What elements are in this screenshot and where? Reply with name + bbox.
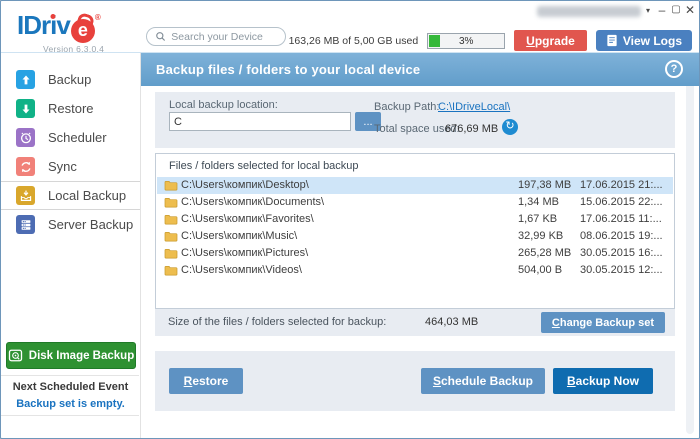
- account-caret-icon[interactable]: ▾: [641, 6, 655, 15]
- sidebar-divider: [1, 375, 139, 376]
- sidebar-item-server-backup[interactable]: Server Backup: [1, 210, 140, 239]
- folder-icon: [164, 179, 178, 191]
- file-date: 30.05.2015 12:...: [580, 264, 663, 276]
- refresh-icon[interactable]: ↻: [502, 119, 518, 135]
- help-icon[interactable]: ?: [665, 60, 683, 78]
- file-date: 08.06.2015 19:...: [580, 230, 663, 242]
- file-path: C:\Users\компик\Desktop\: [181, 179, 309, 191]
- storage-usage-bar: 3%: [427, 33, 505, 49]
- storage-usage-text: 163,26 MB of 5,00 GB used: [289, 35, 419, 47]
- table-row[interactable]: C:\Users\компик\Pictures\ 265,28 MB 30.0…: [157, 245, 673, 262]
- change-backup-set-button[interactable]: Change Backup set: [541, 312, 665, 333]
- file-path: C:\Users\компик\Music\: [181, 230, 297, 242]
- file-size: 1,34 MB: [518, 196, 559, 208]
- folder-icon: [164, 230, 178, 242]
- page-header: Backup files / folders to your local dev…: [141, 53, 699, 86]
- file-path: C:\Users\компик\Documents\: [181, 196, 324, 208]
- table-row[interactable]: C:\Users\компик\Videos\ 504,00 B 30.05.2…: [157, 262, 673, 279]
- idrive-logo: IDrive® Version 6.3.0.4: [17, 5, 104, 54]
- backup-now-button[interactable]: Backup Now: [553, 368, 653, 394]
- page-title: Backup files / folders to your local dev…: [156, 62, 420, 77]
- log-document-icon: [606, 34, 618, 47]
- files-table: Files / folders selected for local backu…: [155, 153, 675, 309]
- upgrade-button[interactable]: Upgrade: [514, 30, 587, 51]
- files-table-header: Files / folders selected for local backu…: [169, 160, 359, 172]
- account-menu[interactable]: [537, 6, 641, 17]
- arrow-down-icon: [16, 99, 35, 118]
- search-input[interactable]: [171, 31, 277, 43]
- file-size: 504,00 B: [518, 264, 562, 276]
- hard-disk-icon: [8, 348, 23, 363]
- maximize-button[interactable]: ▢: [669, 4, 683, 15]
- table-row[interactable]: C:\Users\компик\Documents\ 1,34 MB 15.06…: [157, 194, 673, 211]
- file-date: 30.05.2015 16:...: [580, 247, 663, 259]
- idrive-app-window: ▾ – ▢ ✕ IDrive® Version 6.3.0.4 163,26 M…: [0, 0, 700, 439]
- search-icon: [155, 30, 166, 43]
- sidebar-item-local-backup[interactable]: Local Backup: [1, 181, 140, 210]
- backup-path-link[interactable]: C:\IDriveLocal\: [438, 101, 510, 113]
- search-box: [146, 27, 286, 46]
- sidebar-item-scheduler[interactable]: Scheduler: [1, 123, 140, 152]
- sync-icon: [16, 157, 35, 176]
- minimize-button[interactable]: –: [655, 3, 669, 17]
- schedule-backup-button[interactable]: Schedule Backup: [421, 368, 545, 394]
- table-row[interactable]: C:\Users\компик\Favorites\ 1,67 KB 17.06…: [157, 211, 673, 228]
- folder-icon: [164, 213, 178, 225]
- file-path: C:\Users\компик\Favorites\: [181, 213, 314, 225]
- actions-panel: Restore Schedule Backup Backup Now: [155, 351, 675, 411]
- main-content: Backup files / folders to your local dev…: [141, 53, 699, 438]
- table-row[interactable]: C:\Users\компик\Desktop\ 197,38 MB 17.06…: [157, 177, 673, 194]
- location-input[interactable]: [169, 112, 351, 131]
- file-size: 197,38 MB: [518, 179, 571, 191]
- summary-value: 464,03 MB: [425, 316, 478, 328]
- file-path: C:\Users\компик\Videos\: [181, 264, 302, 276]
- file-path: C:\Users\компик\Pictures\: [181, 247, 308, 259]
- view-logs-button[interactable]: View Logs: [596, 30, 692, 51]
- sidebar-item-sync[interactable]: Sync: [1, 152, 140, 181]
- file-size: 265,28 MB: [518, 247, 571, 259]
- sidebar: Backup Restore Scheduler: [1, 53, 141, 438]
- folder-icon: [164, 196, 178, 208]
- restore-button[interactable]: Restore: [169, 368, 243, 394]
- file-list: C:\Users\компик\Desktop\ 197,38 MB 17.06…: [157, 177, 673, 279]
- sidebar-item-restore[interactable]: Restore: [1, 94, 140, 123]
- folder-icon: [164, 264, 178, 276]
- files-panel: Files / folders selected for local backu…: [155, 153, 675, 336]
- summary-label: Size of the files / folders selected for…: [168, 316, 386, 328]
- scrollbar-gutter: [686, 57, 694, 434]
- lock-icon: e: [71, 19, 95, 43]
- server-icon: [16, 215, 35, 234]
- files-summary-row: Size of the files / folders selected for…: [155, 309, 675, 336]
- close-button[interactable]: ✕: [683, 3, 697, 17]
- clock-icon: [16, 128, 35, 147]
- sidebar-divider: [1, 415, 139, 416]
- file-size: 32,99 KB: [518, 230, 563, 242]
- total-space-value: 676,69 MB: [445, 123, 498, 135]
- arrow-up-icon: [16, 70, 35, 89]
- local-backup-icon: [16, 186, 35, 205]
- storage-usage-percent: 3%: [428, 34, 504, 48]
- next-scheduled-event-title: Next Scheduled Event: [1, 381, 140, 393]
- file-size: 1,67 KB: [518, 213, 557, 225]
- file-date: 17.06.2015 21:...: [580, 179, 663, 191]
- local-backup-location-panel: Local backup location: ... Backup Path: …: [155, 92, 675, 148]
- version-label: Version 6.3.0.4: [43, 44, 104, 54]
- table-row[interactable]: C:\Users\компик\Music\ 32,99 KB 08.06.20…: [157, 228, 673, 245]
- file-date: 17.06.2015 11:...: [580, 213, 662, 225]
- next-scheduled-event-status: Backup set is empty.: [1, 398, 140, 410]
- folder-icon: [164, 247, 178, 259]
- disk-image-backup-button[interactable]: Disk Image Backup: [6, 342, 136, 369]
- backup-path-label: Backup Path:: [374, 101, 439, 113]
- file-date: 15.06.2015 22:...: [580, 196, 663, 208]
- sidebar-item-backup[interactable]: Backup: [1, 65, 140, 94]
- location-label: Local backup location:: [169, 99, 278, 111]
- titlebar: ▾ – ▢ ✕: [359, 1, 699, 21]
